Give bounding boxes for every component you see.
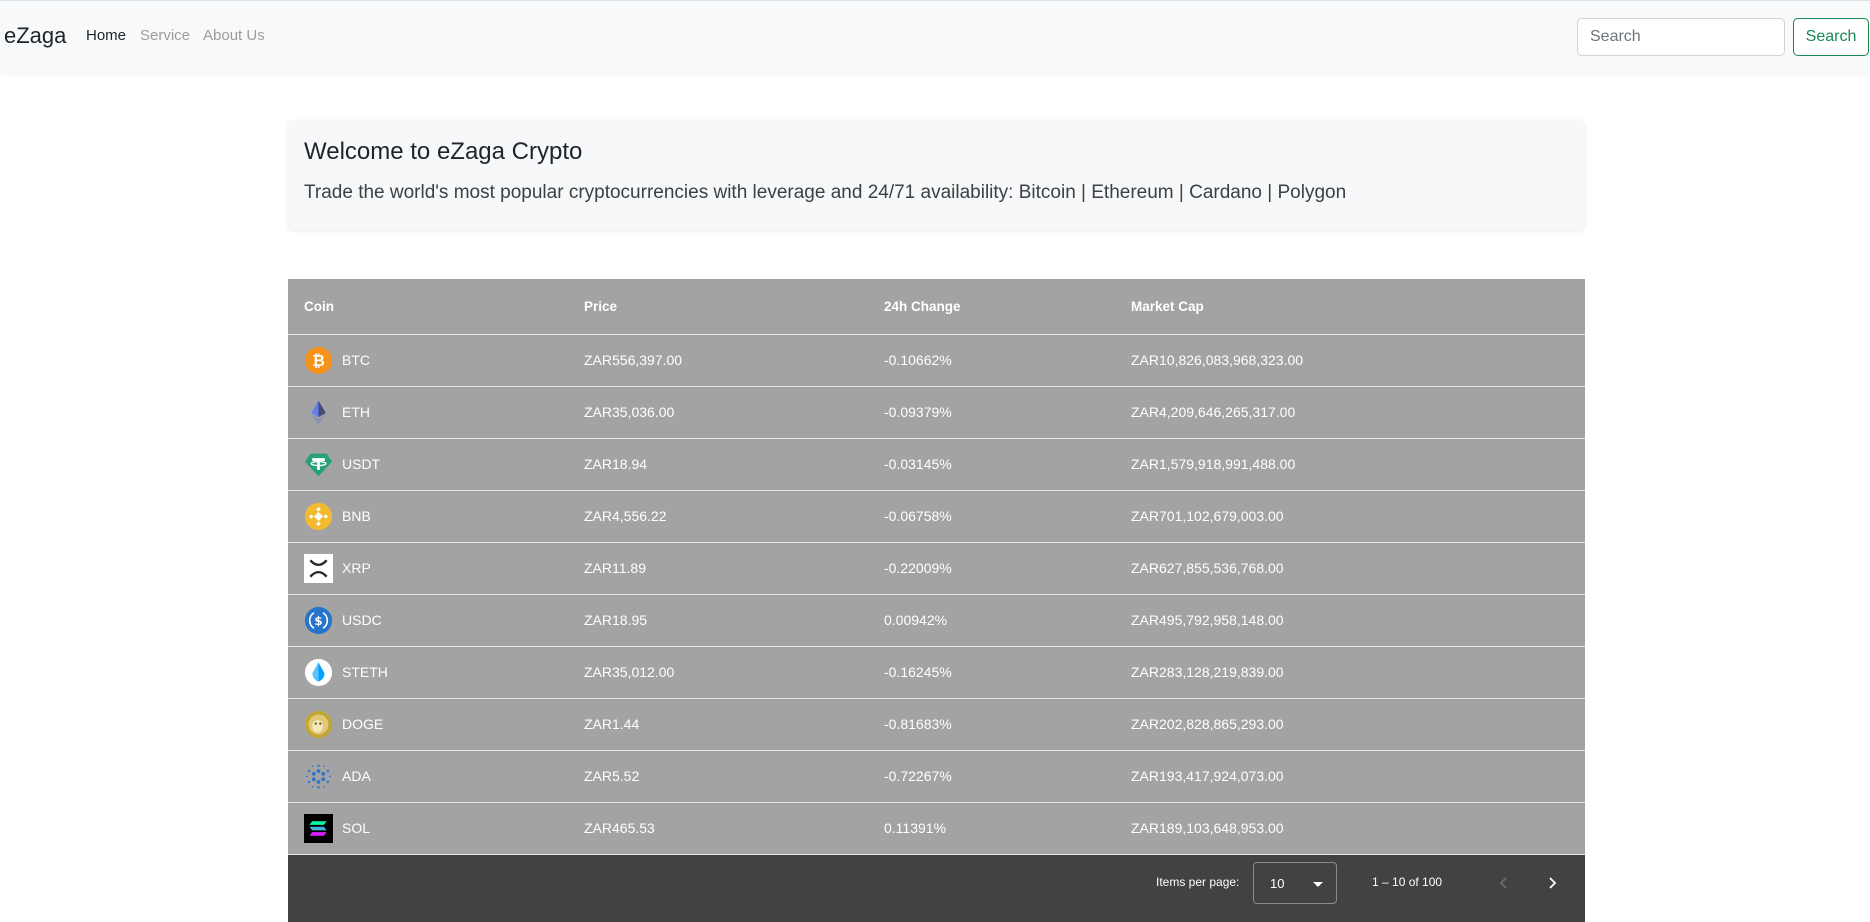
coin-market-cap: ZAR627,855,536,768.00 <box>1131 560 1284 576</box>
dogecoin-icon <box>304 710 333 739</box>
coin-change: -0.03145% <box>884 456 952 472</box>
coin-market-cap: ZAR283,128,219,839.00 <box>1131 664 1284 680</box>
svg-text:₿: ₿ <box>312 352 325 370</box>
header-coin: Coin <box>304 299 334 314</box>
cardano-icon <box>305 764 332 789</box>
search-input[interactable] <box>1577 18 1785 56</box>
paginator: Items per page: 10 1 – 10 of 100 <box>288 855 1585 922</box>
coin-symbol: STETH <box>342 664 388 680</box>
welcome-title: Welcome to eZaga Crypto <box>304 138 583 165</box>
table-row[interactable]: ETH ZAR35,036.00 -0.09379% ZAR4,209,646,… <box>288 387 1585 439</box>
table-row[interactable]: ₿ BTC ZAR556,397.00 -0.10662% ZAR10,826,… <box>288 335 1585 387</box>
coin-market-cap: ZAR1,579,918,991,488.00 <box>1131 456 1296 472</box>
ethereum-icon <box>311 400 326 425</box>
page-range-label: 1 – 10 of 100 <box>1372 875 1443 889</box>
coin-change: 0.00942% <box>884 612 948 628</box>
nav-home-link[interactable]: Home <box>86 27 126 44</box>
coin-symbol: USDC <box>342 612 382 628</box>
page-size-value: 10 <box>1270 876 1285 891</box>
coin-price: ZAR4,556.22 <box>584 508 667 524</box>
coin-change: -0.81683% <box>884 716 952 732</box>
bnb-icon <box>304 502 333 531</box>
coin-symbol: BNB <box>342 508 371 524</box>
coin-market-cap: ZAR193,417,924,073.00 <box>1131 768 1284 784</box>
tether-icon <box>304 453 333 477</box>
usdc-icon: $ <box>304 606 333 635</box>
nav-service-link[interactable]: Service <box>140 27 190 44</box>
navbar: eZaga Home Service About Us Search <box>0 0 1870 73</box>
table-row[interactable]: XRP ZAR11.89 -0.22009% ZAR627,855,536,76… <box>288 543 1585 595</box>
nav-about-link[interactable]: About Us <box>203 27 265 44</box>
coin-change: 0.11391% <box>884 820 947 836</box>
coin-change: -0.09379% <box>884 404 952 420</box>
coin-market-cap: ZAR202,828,865,293.00 <box>1131 716 1284 732</box>
header-change: 24h Change <box>884 299 961 314</box>
table-row[interactable]: USDT ZAR18.94 -0.03145% ZAR1,579,918,991… <box>288 439 1585 491</box>
coin-price: ZAR18.95 <box>584 612 648 628</box>
coin-change: -0.22009% <box>884 560 952 576</box>
coin-price: ZAR465.53 <box>584 820 655 836</box>
table-row[interactable]: BNB ZAR4,556.22 -0.06758% ZAR701,102,679… <box>288 491 1585 543</box>
coin-change: -0.16245% <box>884 664 952 680</box>
chevron-left-icon <box>1499 877 1507 889</box>
bitcoin-icon: ₿ <box>304 346 333 375</box>
coin-price: ZAR11.89 <box>584 560 646 576</box>
coin-market-cap: ZAR495,792,958,148.00 <box>1131 612 1284 628</box>
coin-change: -0.10662% <box>884 352 952 368</box>
table-row[interactable]: $ USDC ZAR18.95 0.00942% ZAR495,792,958,… <box>288 595 1585 647</box>
search-button[interactable]: Search <box>1793 18 1869 56</box>
header-market-cap: Market Cap <box>1131 299 1204 314</box>
table-row[interactable]: SOL ZAR465.53 0.11391% ZAR189,103,648,95… <box>288 803 1585 855</box>
coin-price: ZAR35,036.00 <box>584 404 675 420</box>
coin-symbol: ADA <box>342 768 371 784</box>
coin-market-cap: ZAR189,103,648,953.00 <box>1131 820 1284 836</box>
next-page-button[interactable] <box>1536 867 1568 899</box>
coin-price: ZAR18.94 <box>584 456 648 472</box>
coin-symbol: SOL <box>342 820 371 836</box>
coin-symbol: BTC <box>342 352 370 368</box>
chevron-right-icon <box>1549 877 1557 889</box>
welcome-banner: Welcome to eZaga Crypto Trade the world'… <box>288 120 1585 230</box>
xrp-icon <box>304 554 333 583</box>
table-header: Coin Price 24h Change Market Cap <box>288 279 1585 335</box>
coin-symbol: ETH <box>342 404 370 420</box>
header-price: Price <box>584 299 618 314</box>
steth-icon <box>304 658 333 687</box>
previous-page-button[interactable] <box>1488 867 1520 899</box>
coin-price: ZAR1.44 <box>584 716 640 732</box>
coin-symbol: DOGE <box>342 716 384 732</box>
caret-down-icon <box>1313 882 1323 887</box>
svg-text:$: $ <box>314 614 322 628</box>
crypto-table: Coin Price 24h Change Market Cap ₿ BTC Z… <box>288 279 1585 922</box>
solana-icon <box>304 814 333 843</box>
coin-market-cap: ZAR701,102,679,003.00 <box>1131 508 1284 524</box>
coin-market-cap: ZAR10,826,083,968,323.00 <box>1131 352 1304 368</box>
coin-market-cap: ZAR4,209,646,265,317.00 <box>1131 404 1296 420</box>
coin-price: ZAR556,397.00 <box>584 352 683 368</box>
welcome-subtitle: Trade the world's most popular cryptocur… <box>304 182 1347 203</box>
table-row[interactable]: DOGE ZAR1.44 -0.81683% ZAR202,828,865,29… <box>288 699 1585 751</box>
coin-change: -0.06758% <box>884 508 952 524</box>
coin-change: -0.72267% <box>884 768 952 784</box>
coin-price: ZAR35,012.00 <box>584 664 675 680</box>
table-row[interactable]: ADA ZAR5.52 -0.72267% ZAR193,417,924,073… <box>288 751 1585 803</box>
table-row[interactable]: STETH ZAR35,012.00 -0.16245% ZAR283,128,… <box>288 647 1585 699</box>
coin-symbol: XRP <box>342 560 371 576</box>
page-size-select[interactable]: 10 <box>1253 862 1337 904</box>
coin-symbol: USDT <box>342 456 381 472</box>
brand-logo[interactable]: eZaga <box>4 23 66 49</box>
items-per-page-label: Items per page: <box>1156 875 1240 889</box>
coin-price: ZAR5.52 <box>584 768 640 784</box>
